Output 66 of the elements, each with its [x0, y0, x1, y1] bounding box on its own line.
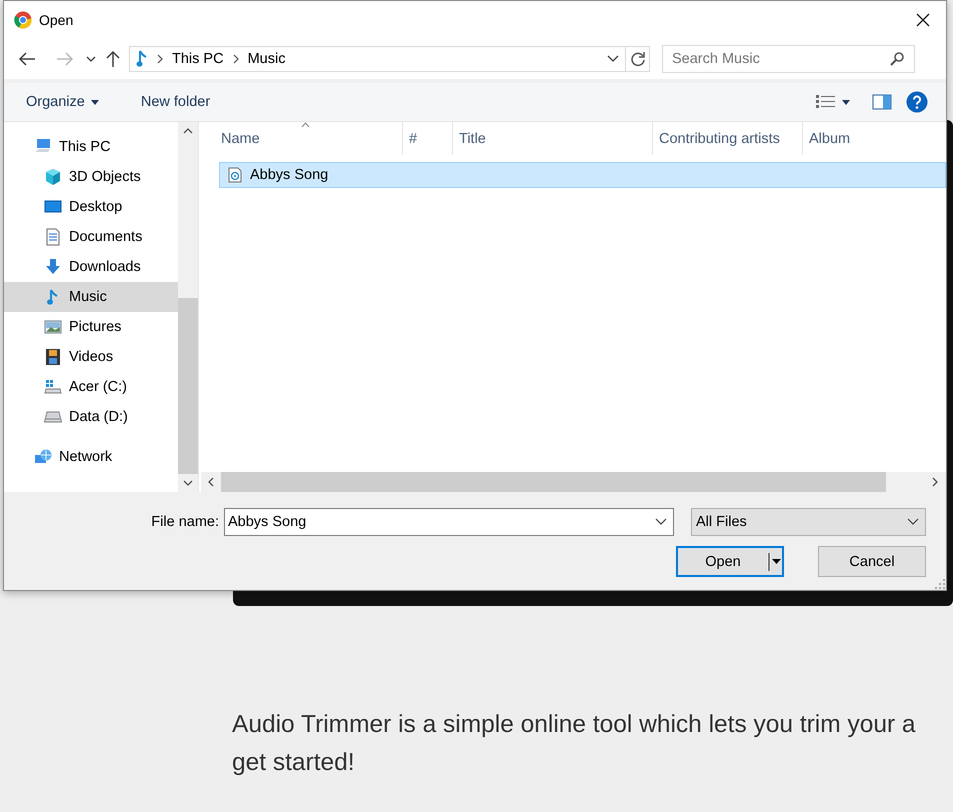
drive-icon — [44, 378, 62, 396]
column-header[interactable]: Contributing artists — [653, 122, 803, 155]
file-row[interactable]: Abbys Song — [219, 162, 946, 188]
down-arrow-icon — [44, 258, 62, 276]
chevron-down-icon — [907, 518, 919, 526]
browser-logo-icon — [14, 11, 32, 29]
column-header[interactable]: Title — [453, 122, 653, 155]
vertical-scrollbar[interactable] — [178, 122, 198, 492]
up-arrow-icon[interactable] — [106, 50, 120, 68]
preview-pane-icon[interactable] — [872, 94, 892, 110]
chevron-right-icon — [157, 54, 163, 64]
caret-icon — [768, 552, 782, 570]
search-icon — [890, 52, 904, 66]
file-type-dropdown[interactable]: All Files — [691, 508, 926, 536]
chevron-right-icon — [232, 54, 239, 64]
refresh-icon — [630, 51, 646, 67]
caret-icon — [90, 100, 99, 104]
music-note-icon — [136, 50, 148, 68]
navigation-item[interactable]: Acer (C:) — [4, 372, 178, 402]
new-folder-button[interactable]: New folder — [132, 91, 218, 113]
navigation-item[interactable]: This PC — [4, 132, 178, 162]
chevron-up-icon — [183, 128, 193, 134]
chevron-right-icon — [932, 477, 938, 487]
document-icon — [44, 228, 62, 246]
breadcrumb-item[interactable]: Music — [248, 51, 286, 67]
search-field[interactable]: Search Music — [662, 45, 915, 73]
navigation-item[interactable]: Pictures — [4, 312, 178, 342]
open-button[interactable]: Open — [676, 546, 784, 577]
file-name-field[interactable]: Abbys Song — [224, 508, 674, 536]
navigation-item[interactable]: Network — [4, 442, 178, 472]
navigation-item[interactable]: Music — [4, 282, 178, 312]
horizontal-scrollbar[interactable] — [201, 472, 946, 492]
address-bar[interactable]: This PC Music — [129, 46, 626, 72]
field-label: File name: — [151, 514, 219, 530]
breadcrumb-item[interactable]: This PC — [172, 51, 224, 67]
column-header[interactable]: Album — [803, 122, 946, 155]
cube-icon — [44, 168, 62, 186]
film-strip-icon — [44, 348, 62, 366]
organize-menu-button[interactable]: Organize — [18, 91, 107, 113]
navigation-item[interactable]: 3D Objects — [4, 162, 178, 192]
navigation-item[interactable]: Desktop — [4, 192, 178, 222]
chevron-down-icon — [183, 480, 193, 486]
navigation-item[interactable]: Data (D:) — [4, 402, 178, 432]
caret-icon — [842, 100, 850, 104]
navigation-item[interactable]: Downloads — [4, 252, 178, 282]
refresh-button[interactable] — [626, 46, 650, 72]
cancel-button[interactable]: Cancel — [818, 546, 926, 577]
help-icon[interactable] — [906, 91, 928, 113]
landscape-picture-icon — [44, 318, 62, 336]
column-header[interactable]: Name — [201, 122, 403, 155]
column-header[interactable]: # — [403, 122, 453, 155]
chevron-down-icon[interactable] — [86, 55, 96, 63]
chevron-down-icon[interactable] — [607, 55, 619, 63]
window-title: Open — [39, 12, 74, 28]
details-view-icon — [816, 95, 836, 109]
paragraph-line: get started! — [232, 748, 355, 778]
close-icon[interactable] — [916, 13, 930, 27]
navigation-item[interactable]: Videos — [4, 342, 178, 372]
resize-grip-icon[interactable] — [935, 579, 945, 589]
paragraph-line: Audio Trimmer is a simple online tool which lets you trim your a — [232, 710, 916, 740]
navigation-item[interactable]: Documents — [4, 222, 178, 252]
back-arrow-icon[interactable] — [18, 52, 36, 66]
chevron-down-icon — [655, 518, 667, 526]
network-icon — [34, 448, 52, 466]
chevron-left-icon — [208, 477, 214, 487]
audio-file-icon — [228, 167, 242, 183]
